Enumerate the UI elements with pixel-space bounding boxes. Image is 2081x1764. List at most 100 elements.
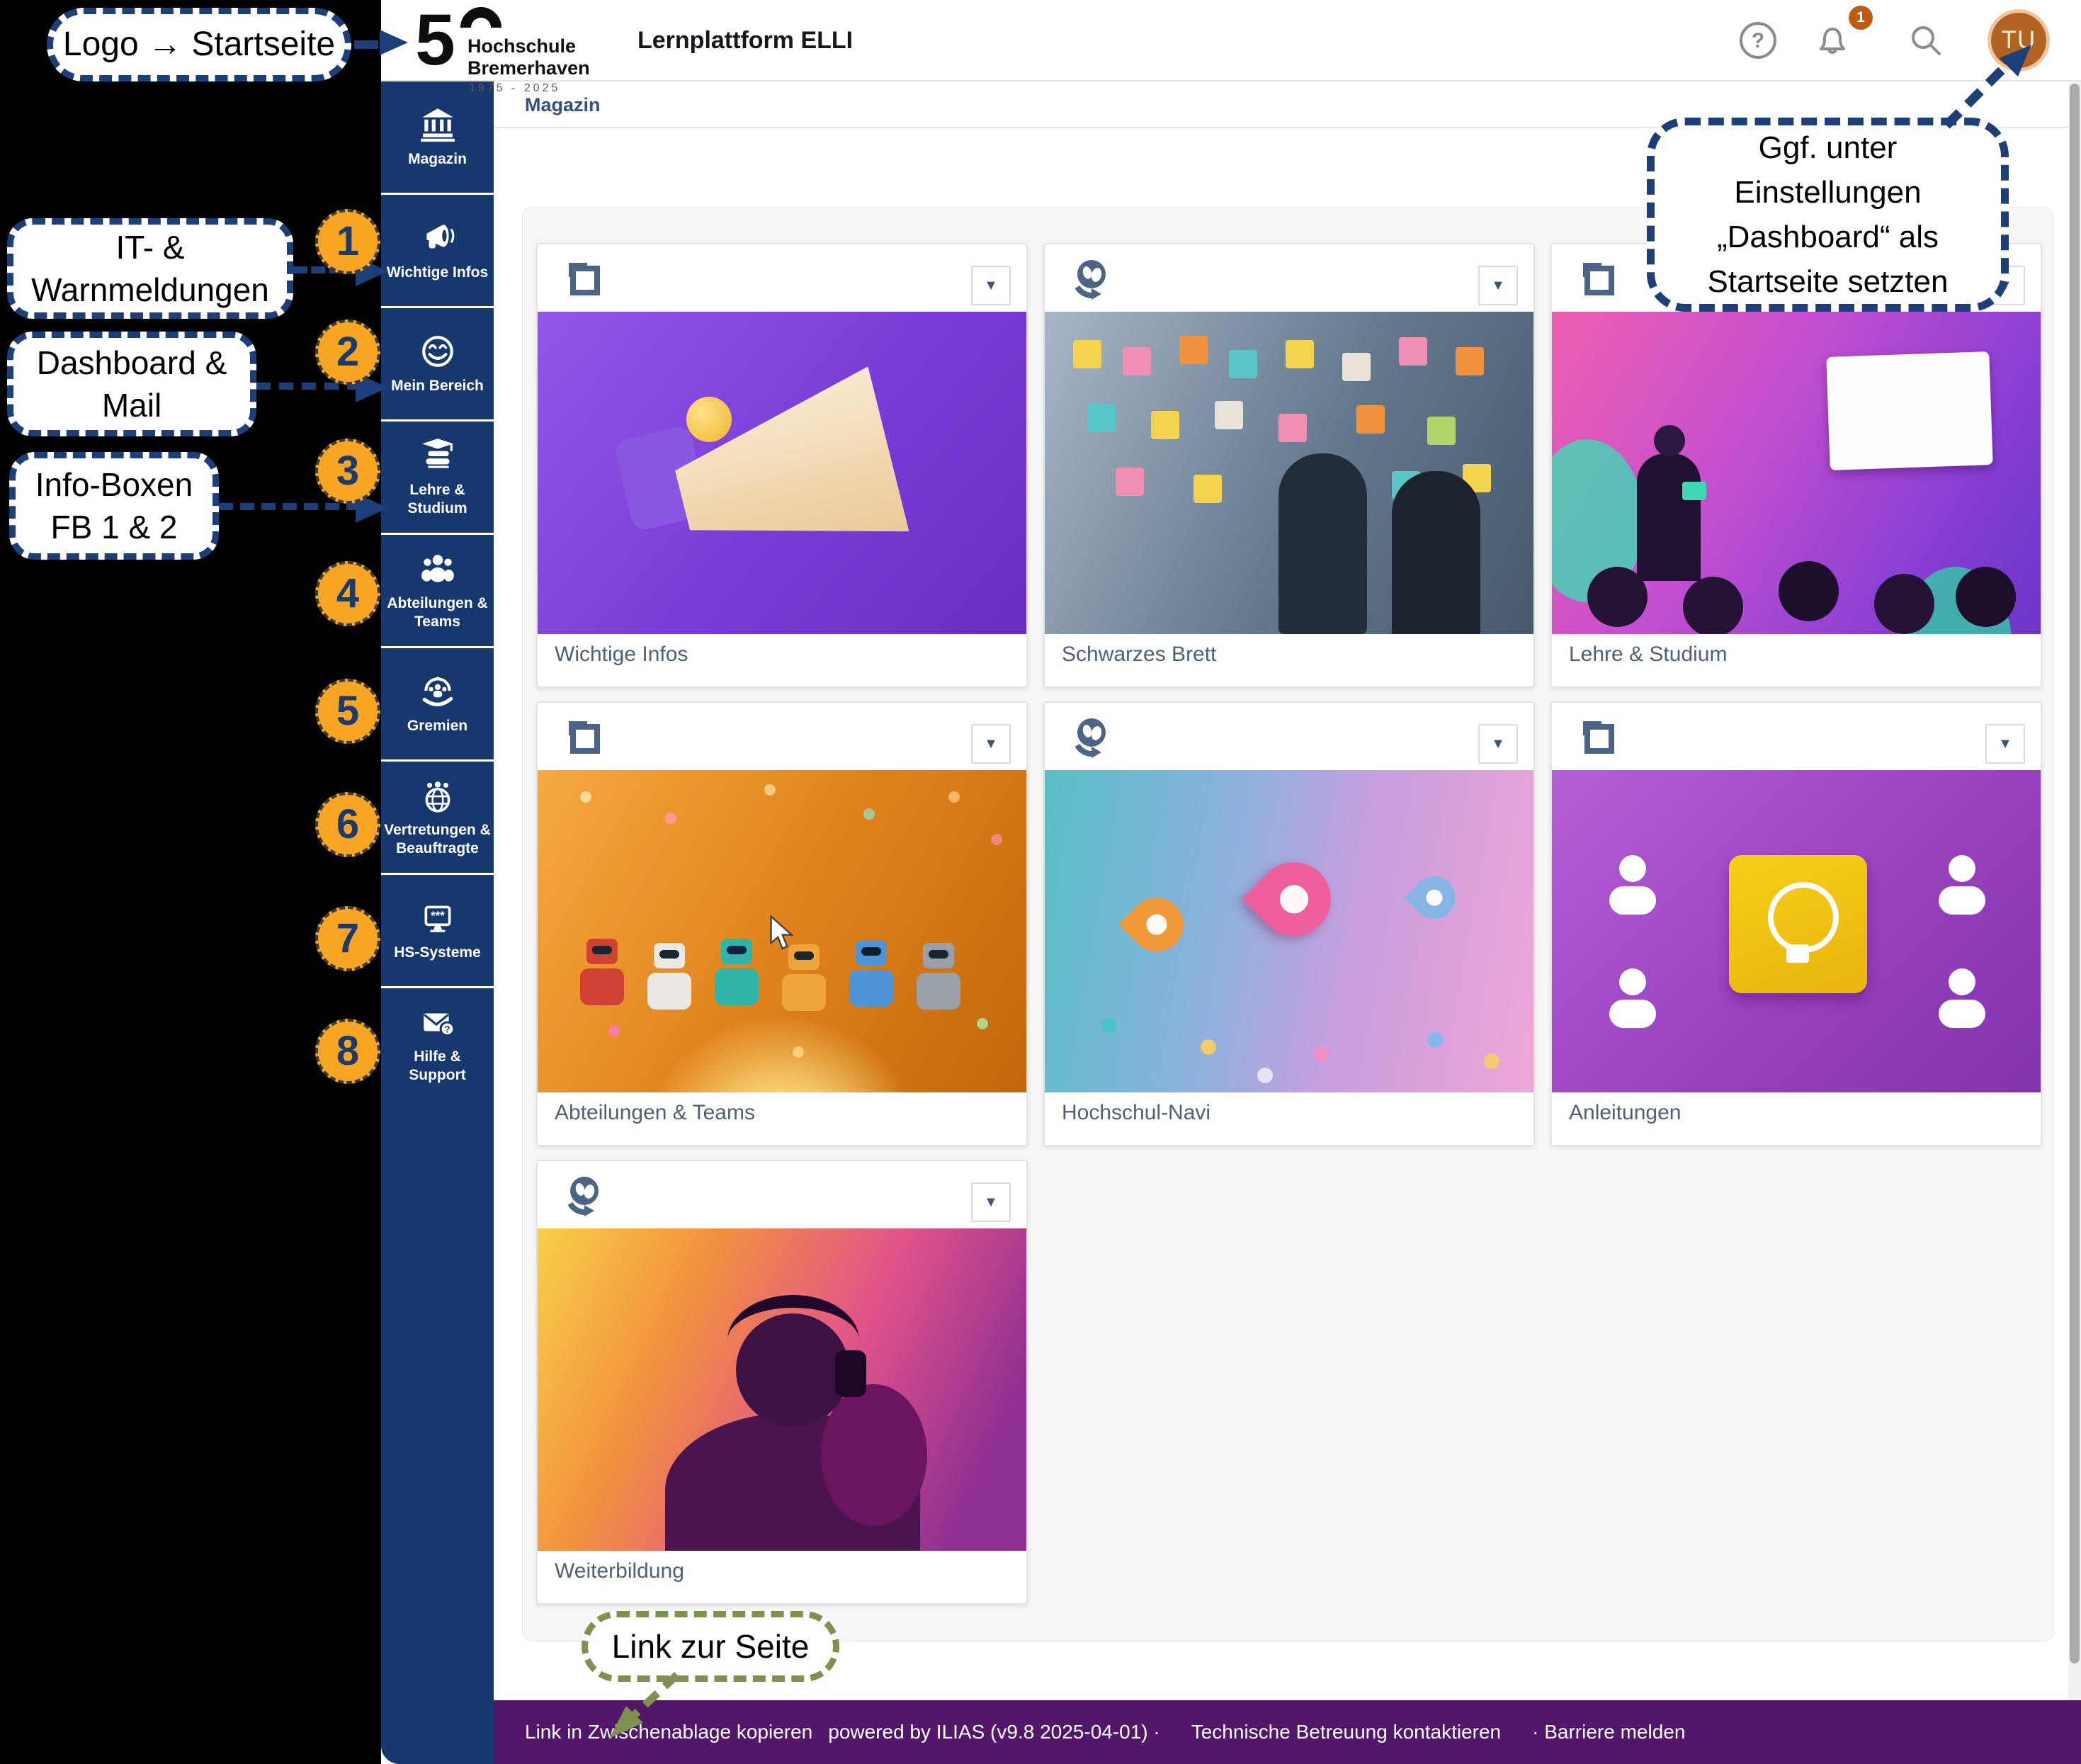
weblink-globe-icon (563, 1174, 606, 1216)
monitor-icon: *** (419, 900, 456, 937)
logo-anniversary-years: 1975 - 2025 (469, 82, 560, 95)
annotation-box-dashboard-mail: Dashboard &Mail (7, 332, 256, 436)
weblink-globe-icon (1070, 257, 1113, 300)
tile-title-link[interactable]: Schwarzes Brett (1062, 643, 1216, 667)
university-logo[interactable]: 5 Hochschule Bremerhaven 1975 - 2025 (395, 3, 636, 79)
art-shape (736, 1313, 849, 1427)
folder-icon (563, 716, 606, 758)
sidebar-item-label: Gremien (404, 717, 470, 735)
art-shape (1587, 567, 1648, 627)
books-icon (419, 437, 456, 474)
tile-image-weiterbildung[interactable] (538, 1228, 1026, 1551)
search-icon[interactable] (1907, 22, 1944, 59)
people-icon (419, 550, 456, 587)
sidebar-item-abteilungen-teams[interactable]: Abteilungen & Teams (381, 533, 494, 646)
annotation-number-7: 7 (315, 906, 380, 971)
annotation-arrow-to-footer (594, 1669, 693, 1747)
tile-image-hochschul-navi[interactable] (1045, 770, 1533, 1092)
tile-image-schwarzes-brett[interactable] (1045, 312, 1533, 634)
svg-text:***: *** (431, 909, 445, 922)
sidebar-item-vertretungen-beauftragte[interactable]: Vertretungen & Beauftragte (381, 759, 494, 873)
tile-image-wichtige-infos[interactable] (538, 312, 1026, 634)
sidebar-item-lehre-studium[interactable]: Lehre & Studium (381, 419, 494, 533)
help-icon[interactable]: ? (1740, 22, 1776, 59)
tile-header: ▼ (1045, 244, 1533, 312)
tile-title-link[interactable]: Anleitungen (1569, 1101, 1681, 1125)
art-shape (580, 791, 591, 803)
tile-hochschul-navi[interactable]: ▼ Hochschul-Navi (1043, 701, 1535, 1146)
art-shape (580, 968, 624, 1005)
sidebar-item-label: Vertretungen & Beauftragte (381, 821, 494, 858)
tile-image-anleitungen[interactable] (1552, 770, 2041, 1092)
sidebar-item-hs-systeme[interactable]: *** HS-Systeme (381, 873, 494, 986)
art-shape (1729, 855, 1867, 993)
tile-header: ▼ (538, 244, 1026, 312)
report-barrier-link[interactable]: · Barriere melden (1532, 1721, 1685, 1743)
annotation-number-2: 2 (315, 320, 380, 385)
art-shape (1619, 855, 1646, 882)
sidebar-item-hilfe-support[interactable]: ? Hilfe & Support (381, 986, 494, 1099)
tile-image-lehre-studium[interactable] (1552, 312, 2041, 634)
sidebar-item-mein-bereich[interactable]: Mein Bereich (381, 306, 494, 419)
tile-actions-dropdown[interactable]: ▼ (1478, 266, 1518, 305)
mouse-cursor (769, 915, 800, 952)
top-header: 5 Hochschule Bremerhaven 1975 - 2025 Ler… (381, 0, 2081, 81)
folder-icon (1577, 257, 1620, 300)
powered-by-text: powered by ILIAS (v9.8 2025-04-01) · (828, 1721, 1159, 1743)
art-shape (1101, 1018, 1117, 1034)
smiley-icon (419, 333, 456, 370)
tile-title-link[interactable]: Wichtige Infos (555, 643, 688, 667)
tile-title-link[interactable]: Lehre & Studium (1569, 643, 1727, 667)
annotation-number-4: 4 (315, 561, 380, 626)
notifications-bell-icon[interactable] (1814, 22, 1851, 59)
tile-actions-dropdown[interactable]: ▼ (1478, 724, 1518, 764)
tile-wichtige-infos[interactable]: ▼ Wichtige Infos (536, 243, 1028, 688)
tile-actions-dropdown[interactable]: ▼ (971, 1182, 1011, 1222)
map-pin-shape (1118, 886, 1194, 962)
art-shape (1278, 453, 1367, 634)
sidebar-item-label: Lehre & Studium (381, 481, 494, 518)
tile-title-link[interactable]: Weiterbildung (555, 1559, 684, 1583)
sidebar-item-label: Hilfe & Support (381, 1048, 494, 1085)
assembly-icon (419, 673, 456, 710)
sidebar-item-label: HS-Systeme (391, 944, 484, 962)
annotation-arrow-dash (354, 40, 378, 49)
annotation-box-info-boxen: Info-BoxenFB 1 & 2 (9, 452, 219, 560)
scrollbar-thumb[interactable] (2070, 84, 2080, 1663)
tile-actions-dropdown[interactable]: ▼ (971, 724, 1011, 764)
tile-header: ▼ (538, 703, 1026, 770)
sidebar-item-wichtige-infos[interactable]: Wichtige Infos (381, 193, 494, 306)
map-pin-shape (1242, 847, 1346, 951)
notification-count-badge: 1 (1849, 6, 1873, 30)
tile-anleitungen[interactable]: ▼ Anleitungen (1550, 701, 2042, 1146)
sidebar-item-label: Magazin (405, 150, 470, 169)
vertical-scrollbar[interactable] (2068, 81, 2081, 1700)
tile-header: ▼ (1552, 703, 2041, 770)
globe-people-icon (419, 777, 456, 814)
annotation-number-1: 1 (315, 209, 380, 274)
sidebar-item-label: Abteilungen & Teams (381, 594, 494, 631)
tile-header: ▼ (1045, 703, 1533, 770)
annotation-logo-callout: Logo → Startseite (47, 8, 351, 81)
logo-50-number: 5 (415, 0, 453, 81)
footer-bar: Link in Zwischenablage kopieren powered … (494, 1700, 2081, 1764)
sidebar-item-magazin[interactable]: Magazin (381, 81, 494, 193)
annotation-number-5: 5 (315, 679, 380, 744)
folder-icon (563, 257, 606, 300)
tile-title-link[interactable]: Abteilungen & Teams (555, 1101, 755, 1125)
contact-support-link[interactable]: Technische Betreuung kontaktieren (1191, 1721, 1501, 1743)
tile-title-link[interactable]: Hochschul-Navi (1062, 1101, 1210, 1125)
annotation-box-it-warnmeldungen: IT- &Warnmeldungen (7, 218, 293, 319)
weblink-globe-icon (1070, 716, 1113, 758)
sidebar-item-gremien[interactable]: Gremien (381, 646, 494, 759)
art-shape (1637, 453, 1701, 581)
main-sidebar: Magazin Wichtige Infos Mein Bereich (381, 81, 494, 1764)
tile-schwarzes-brett[interactable]: ▼ Schwarzes Brett (1043, 243, 1535, 688)
tile-actions-dropdown[interactable]: ▼ (1985, 724, 2025, 764)
tile-weiterbildung[interactable]: ▼ Weiterbildung (536, 1160, 1028, 1605)
svg-text:?: ? (444, 1024, 450, 1034)
page-title: Lernplattform ELLI (637, 0, 853, 81)
annotation-connector (219, 503, 361, 510)
tile-actions-dropdown[interactable]: ▼ (971, 266, 1011, 305)
annotated-screenshot: 5 Hochschule Bremerhaven 1975 - 2025 Ler… (0, 0, 2081, 1764)
